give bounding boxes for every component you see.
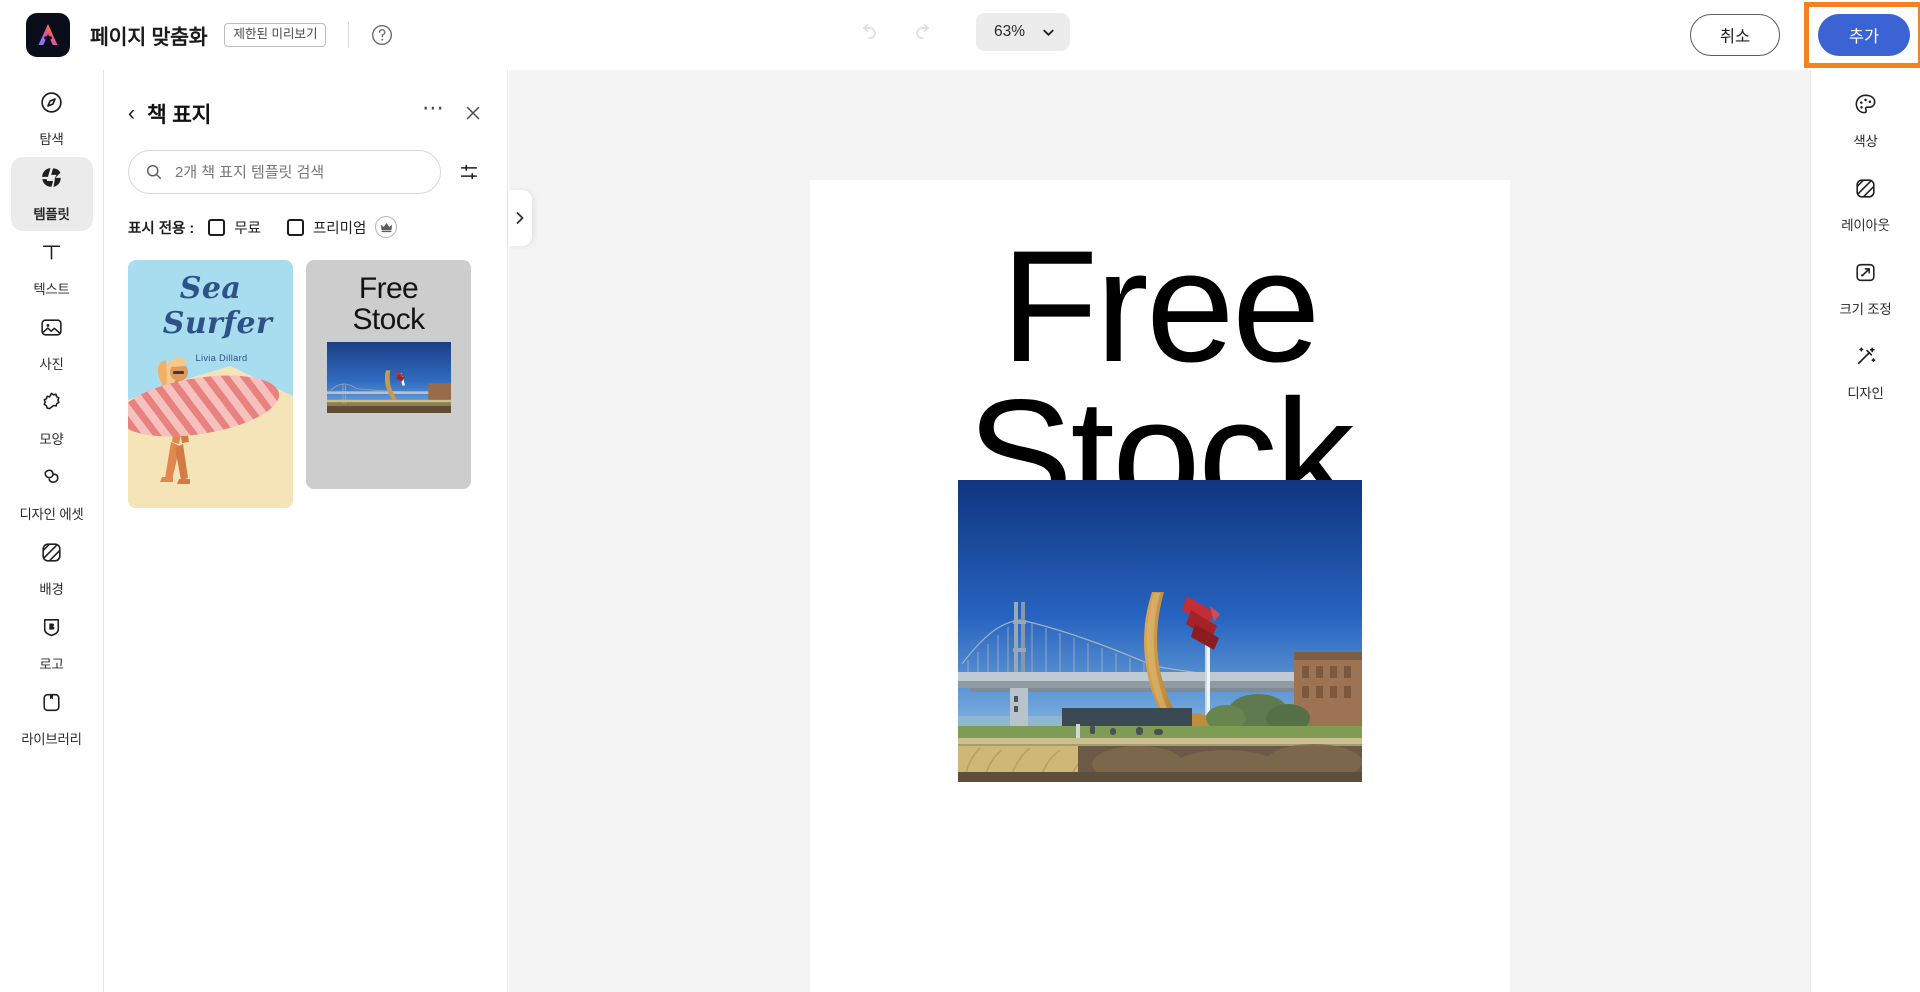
add-button[interactable]: 추가 (1818, 14, 1910, 56)
filter-sliders-icon[interactable] (455, 158, 483, 186)
sidebar-label-background: 배경 (39, 582, 64, 597)
toolbar-left-group: 페이지 맞춤화 제한된 미리보기 (0, 13, 395, 57)
right-label-color: 색상 (1853, 134, 1878, 149)
sidebar-label-text: 텍스트 (33, 282, 70, 297)
right-item-color[interactable]: 색상 (1822, 90, 1910, 152)
filter-premium-checkbox[interactable]: 프리미엄 (286, 217, 367, 238)
sidebar-item-design-assets[interactable]: 디자인 에셋 (11, 457, 93, 531)
close-x-icon[interactable] (463, 103, 483, 123)
panel-header-actions: ⋯ (422, 97, 483, 123)
filter-free-checkbox[interactable]: 무료 (208, 217, 261, 238)
right-nav-rail: 색상 레이아웃 크기 조정 디자인 (1810, 70, 1920, 992)
checkbox-box-premium[interactable] (286, 218, 304, 236)
panel-header: ‹ 책 표지 ⋯ (128, 96, 483, 130)
chevron-left-icon: ‹ (128, 101, 135, 125)
right-item-resize[interactable]: 크기 조정 (1822, 258, 1910, 320)
chevron-down-icon (1041, 25, 1056, 40)
sidebar-item-library[interactable]: 라이브러리 (11, 682, 93, 756)
chevron-right-icon (514, 210, 526, 226)
add-button-highlight: 추가 (1804, 2, 1920, 68)
canvas-photo[interactable] (957, 480, 1362, 782)
adobe-express-editor: 페이지 맞춤화 제한된 미리보기 63% 취소 추가 탐색 템플릿 텍스트 사진… (0, 0, 1920, 992)
filter-premium-label: 프리미엄 (312, 220, 367, 237)
free-stock-thumb-photo (327, 342, 451, 413)
magic-wand-icon (1853, 344, 1878, 374)
resize-icon (1853, 260, 1878, 290)
compass-icon (39, 90, 64, 120)
sidebar-label-templates: 템플릿 (33, 207, 70, 222)
right-label-design: 디자인 (1847, 386, 1884, 401)
document-title: 페이지 맞춤화 (90, 26, 208, 49)
sidebar-item-text[interactable]: 텍스트 (11, 232, 93, 306)
canvas-title-line1: Free (1001, 217, 1320, 395)
sidebar-label-explore: 탐색 (39, 132, 64, 147)
templates-panel: ‹ 책 표지 ⋯ 2개 책 표지 템플릿 검색 표시 전용: 무료 프리미엄 … (104, 70, 508, 992)
right-label-resize: 크기 조정 (1839, 302, 1892, 317)
more-dots-icon[interactable]: ⋯ (422, 97, 445, 122)
canvas-workspace[interactable]: Free Stock (509, 70, 1810, 992)
crown-icon (375, 216, 398, 238)
templates-icon (39, 165, 64, 195)
logo-brand-icon (39, 615, 64, 645)
redo-button[interactable] (906, 14, 942, 50)
zoom-level-dropdown[interactable]: 63% (975, 13, 1071, 51)
limited-preview-badge: 제한된 미리보기 (224, 23, 327, 47)
sea-surfer-title-line1: Sea (179, 271, 242, 306)
filter-free-label: 무료 (234, 220, 261, 237)
right-item-layout[interactable]: 레이아웃 (1822, 174, 1910, 236)
background-icon (39, 540, 64, 570)
template-card-sea-surfer[interactable]: Sea Surfer Livia Dillard (128, 260, 293, 508)
undo-button[interactable] (850, 14, 886, 50)
sidebar-item-templates[interactable]: 템플릿 (10, 157, 93, 231)
sidebar-item-shapes[interactable]: 모양 (11, 382, 93, 456)
sidebar-label-design-assets: 디자인 에셋 (19, 507, 84, 522)
sidebar-item-background[interactable]: 배경 (11, 532, 93, 606)
filter-label: 표시 전용 : (128, 220, 195, 237)
panel-title: 책 표지 (147, 102, 212, 127)
toolbar-divider (348, 22, 350, 48)
sidebar-item-logo[interactable]: 로고 (11, 607, 93, 681)
template-card-free-stock[interactable]: Free Stock (306, 260, 471, 489)
photo-icon (39, 315, 64, 345)
sidebar-label-shapes: 모양 (39, 432, 64, 447)
sidebar-label-photos: 사진 (39, 357, 64, 372)
right-item-design[interactable]: 디자인 (1822, 342, 1910, 404)
design-assets-icon (39, 465, 64, 495)
top-toolbar: 페이지 맞춤화 제한된 미리보기 63% 취소 추가 (0, 0, 1920, 70)
template-grid: Sea Surfer Livia Dillard Free Stock (128, 260, 483, 508)
sidebar-label-library: 라이브러리 (21, 732, 82, 747)
library-icon (39, 690, 64, 720)
free-stock-title-line1: Free (358, 272, 419, 305)
sidebar-item-photos[interactable]: 사진 (11, 307, 93, 381)
shape-burst-icon (39, 390, 64, 420)
sidebar-label-logo: 로고 (39, 657, 64, 672)
adobe-express-logo[interactable] (26, 13, 70, 57)
panel-collapse-handle[interactable] (508, 190, 532, 246)
toolbar-right-group: 취소 추가 (1690, 0, 1920, 70)
panel-back-button[interactable]: ‹ 책 표지 (128, 98, 211, 129)
search-icon (145, 163, 163, 181)
zoom-level-value: 63% (993, 23, 1026, 40)
design-page[interactable]: Free Stock (809, 180, 1510, 992)
template-filter-row: 표시 전용 : 무료 프리미엄 (128, 216, 483, 238)
cancel-button[interactable]: 취소 (1690, 14, 1780, 56)
left-nav-rail: 탐색 템플릿 텍스트 사진 모양 디자인 에셋 배경 로고 라이브러리 (0, 70, 104, 992)
layout-icon (1853, 176, 1878, 206)
checkbox-box-free[interactable] (208, 218, 226, 236)
sea-surfer-title: Sea Surfer (128, 274, 293, 339)
free-stock-title: Free Stock (306, 272, 471, 336)
search-input[interactable] (175, 163, 424, 181)
text-t-icon (39, 240, 64, 270)
right-label-layout: 레이아웃 (1841, 218, 1890, 233)
sea-surfer-title-line2: Surfer (162, 306, 273, 341)
help-icon[interactable] (369, 22, 395, 48)
palette-icon (1853, 92, 1878, 122)
free-stock-title-line2: Stock (352, 302, 425, 336)
search-input-wrapper[interactable] (128, 150, 441, 194)
sidebar-item-explore[interactable]: 탐색 (11, 82, 93, 156)
toolbar-center-group: 63% (850, 13, 1071, 51)
search-row (128, 150, 483, 194)
